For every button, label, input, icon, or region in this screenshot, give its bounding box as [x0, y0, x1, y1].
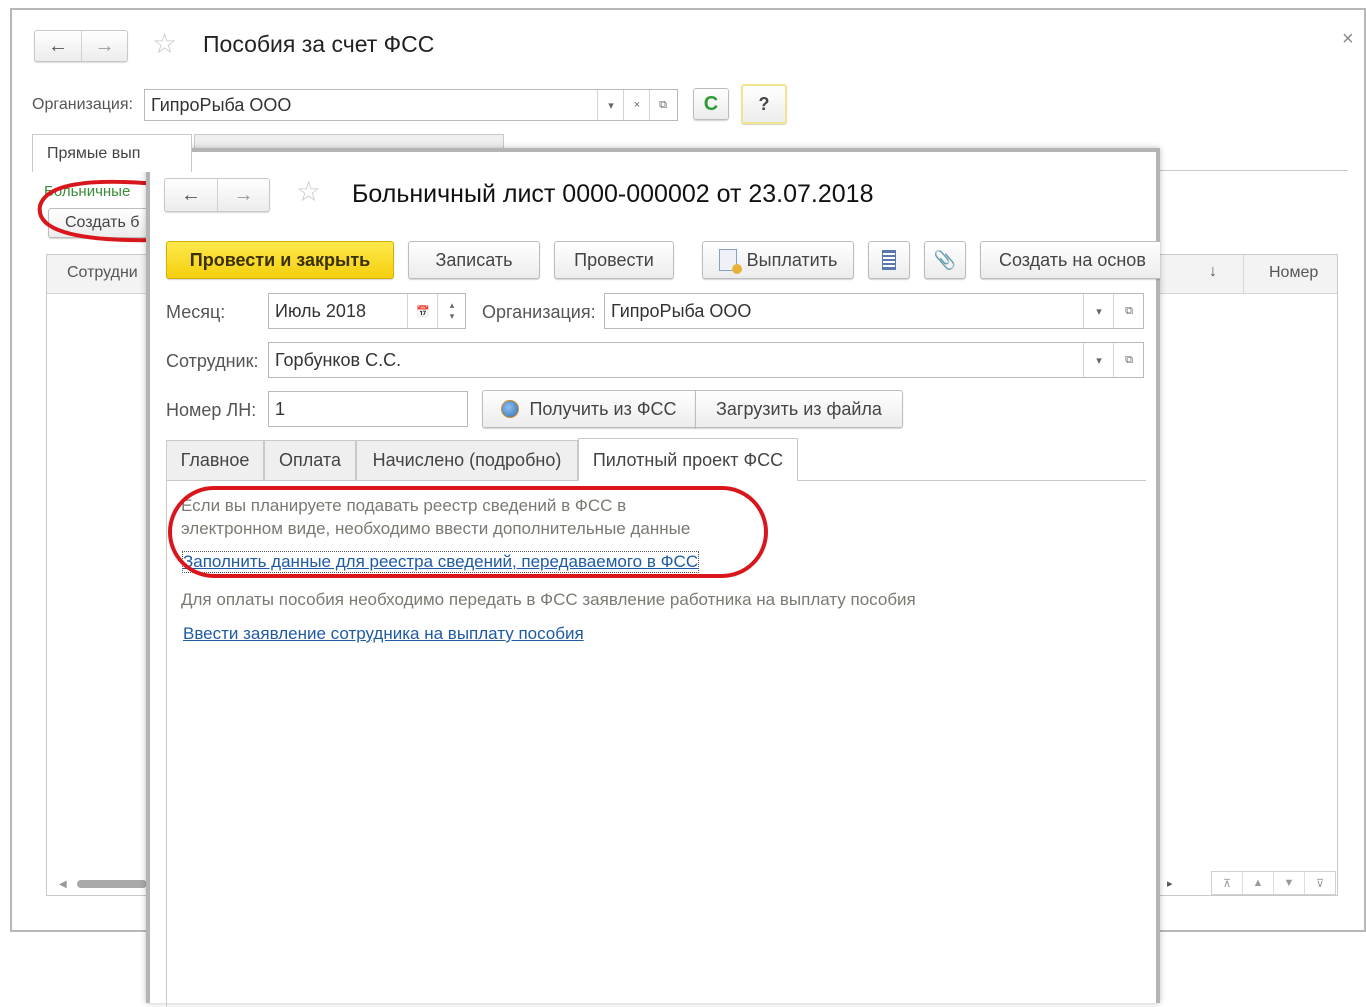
get-from-fss-button[interactable]: Получить из ФСС [482, 390, 696, 428]
load-from-file-button[interactable]: Загрузить из файла [695, 390, 903, 428]
scroll-left-icon[interactable]: ◀ [59, 879, 67, 890]
close-icon[interactable]: × [1342, 28, 1354, 51]
back-org-field[interactable]: ГипроРыба ООО ▾ × ⧉ [144, 89, 678, 121]
pay-button-label: Выплатить [746, 249, 838, 270]
refresh-icon: C [703, 92, 719, 115]
forward-arrow-icon[interactable]: → [217, 179, 269, 211]
sick-leave-window: ← → ☆ Больничный лист 0000-000002 от 23.… [146, 148, 1160, 1007]
enter-statement-link[interactable]: Ввести заявление сотрудника на выплату п… [183, 624, 584, 644]
back-window-title: Пособия за счет ФСС [203, 31, 435, 57]
back-arrow-icon[interactable]: ← [35, 31, 81, 61]
month-field[interactable]: Июль 2018 📅 ▴ ▾ [268, 293, 466, 329]
back-arrow-icon[interactable]: ← [165, 179, 217, 211]
horizontal-scrollbar-thumb[interactable] [77, 880, 147, 888]
favorite-star-icon[interactable]: ☆ [152, 30, 177, 58]
list-report-icon [882, 250, 896, 270]
month-value: Июль 2018 [275, 300, 366, 321]
post-and-close-button[interactable]: Провести и закрыть [166, 241, 394, 279]
create-based-on-button[interactable]: Создать на основ [980, 241, 1160, 279]
pay-button[interactable]: Выплатить [702, 241, 854, 279]
payment-document-icon [718, 249, 742, 274]
registry-highlight-ellipse [168, 486, 768, 578]
paperclip-icon: 📎 [933, 249, 957, 270]
employee-value: Горбунков С.С. [275, 349, 402, 370]
last-row-icon[interactable]: ⊽ [1305, 872, 1335, 894]
back-org-value: ГипроРыба ООО [151, 94, 292, 115]
tab-main[interactable]: Главное [166, 440, 264, 480]
ln-number-label: Номер ЛН: [166, 400, 257, 420]
document-title: Больничный лист 0000-000002 от 23.07.201… [352, 180, 874, 208]
row-navigation: ⊼ ▲ ▼ ⊽ [1211, 871, 1336, 895]
front-org-field[interactable]: ГипроРыба ООО ▾ ⧉ [604, 293, 1144, 329]
column-employee[interactable]: Сотрудни [67, 264, 138, 282]
tab-direct-payments[interactable]: Прямые вып [32, 134, 192, 172]
get-from-fss-label: Получить из ФСС [529, 398, 677, 419]
ln-number-field[interactable]: 1 [268, 391, 468, 427]
employee-label: Сотрудник: [166, 351, 259, 371]
tab-fss-pilot-project[interactable]: Пилотный проект ФСС [578, 438, 798, 481]
report-button[interactable] [868, 241, 910, 279]
clear-icon[interactable]: × [623, 90, 650, 120]
employee-field[interactable]: Горбунков С.С. ▾ ⧉ [268, 342, 1144, 378]
tab-accrued-details[interactable]: Начислено (подробно) [356, 440, 578, 480]
forward-arrow-icon[interactable]: → [81, 31, 127, 61]
back-nav-buttons: ← → [34, 30, 128, 62]
month-label: Месяц: [166, 302, 226, 322]
save-button[interactable]: Записать [408, 241, 540, 279]
scroll-right-icon[interactable]: ▸ [1167, 877, 1173, 890]
front-org-label: Организация: [482, 302, 596, 322]
attach-button[interactable]: 📎 [924, 241, 966, 279]
column-divider [1243, 255, 1244, 293]
post-button[interactable]: Провести [554, 241, 674, 279]
calendar-icon[interactable]: 📅 [407, 294, 438, 328]
dropdown-icon[interactable]: ▾ [1083, 294, 1114, 328]
refresh-button[interactable]: C [693, 88, 729, 120]
dropdown-icon[interactable]: ▾ [1083, 343, 1114, 377]
dropdown-icon[interactable]: ▾ [597, 90, 624, 120]
statement-hint: Для оплаты пособия необходимо передать в… [181, 590, 916, 609]
next-row-icon[interactable]: ▼ [1274, 872, 1305, 894]
first-row-icon[interactable]: ⊼ [1212, 872, 1243, 894]
fss-globe-icon [501, 400, 520, 418]
tab-payment[interactable]: Оплата [264, 440, 356, 480]
prev-row-icon[interactable]: ▲ [1243, 872, 1274, 894]
month-stepper-icon[interactable]: ▴ ▾ [437, 294, 465, 328]
favorite-star-icon[interactable]: ☆ [296, 178, 321, 206]
back-org-label: Организация: [32, 96, 133, 113]
column-number[interactable]: Номер [1269, 264, 1318, 282]
open-icon[interactable]: ⧉ [1113, 343, 1143, 377]
help-button[interactable]: ? [741, 84, 787, 124]
front-org-value: ГипроРыба ООО [611, 300, 752, 321]
front-nav-buttons: ← → [164, 178, 270, 212]
open-icon[interactable]: ⧉ [649, 90, 676, 120]
sort-arrow-icon[interactable]: ↓ [1209, 263, 1217, 281]
open-icon[interactable]: ⧉ [1113, 294, 1143, 328]
